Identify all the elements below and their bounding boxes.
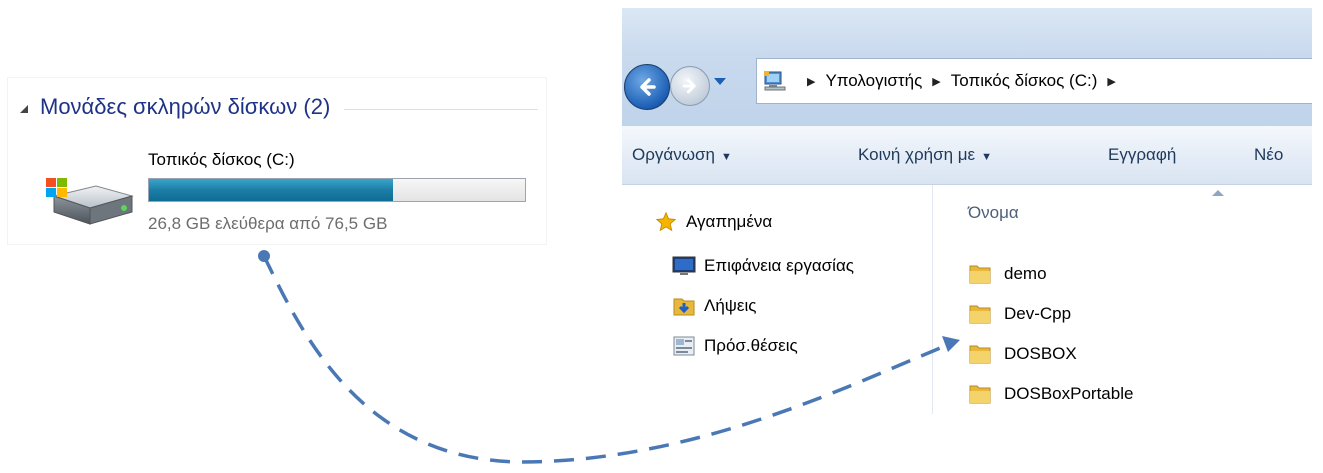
drives-group-title: Μονάδες σκληρών δίσκων (2)	[40, 94, 331, 119]
forward-button[interactable]	[670, 66, 710, 106]
drives-group-header[interactable]: Μονάδες σκληρών δίσκων (2)	[18, 92, 538, 122]
file-list-pane: Όνομα demo Dev-Cpp DOSBOX DOSBoxPortable	[934, 185, 1312, 414]
file-name: Dev-Cpp	[1004, 304, 1072, 323]
folder-icon	[969, 385, 991, 404]
pane-divider[interactable]	[932, 185, 933, 414]
nav-item-recent-places[interactable]: Πρόσ.θέσεις	[672, 335, 798, 357]
breadcrumb-local-disk[interactable]: Τοπικός δίσκος (C:)	[951, 71, 1098, 91]
nav-item-downloads[interactable]: Λήψεις	[672, 295, 756, 317]
file-item-demo[interactable]: demo	[968, 263, 1047, 285]
file-name: demo	[1004, 264, 1047, 283]
explorer-window: ▶ Υπολογιστής ▶ Τοπικός δίσκος (C:) ▶ Ορ…	[622, 8, 1312, 414]
command-bar: Οργάνωση ▼ Κοινή χρήση με ▼ Εγγραφή Νέο	[622, 126, 1312, 185]
file-item-dev-cpp[interactable]: Dev-Cpp	[968, 303, 1071, 325]
group-divider	[344, 108, 538, 110]
file-name: DOSBOX	[1004, 344, 1077, 363]
downloads-icon	[673, 298, 695, 316]
drive-usage-bar	[148, 178, 526, 202]
hard-drives-panel: Μονάδες σκληρών δίσκων (2) Τοπικός δίσκο…	[8, 78, 546, 244]
share-label: Κοινή χρήση με	[858, 145, 976, 164]
nav-item-desktop[interactable]: Επιφάνεια εργασίας	[672, 255, 854, 277]
burn-button[interactable]: Εγγραφή	[1108, 145, 1176, 165]
sort-ascending-icon	[1212, 190, 1224, 196]
nav-label-favorites: Αγαπημένα	[686, 212, 773, 231]
organize-button[interactable]: Οργάνωση ▼	[632, 145, 732, 165]
nav-item-favorites[interactable]: Αγαπημένα	[654, 211, 772, 233]
organize-label: Οργάνωση	[632, 145, 715, 164]
file-name: DOSBoxPortable	[1004, 384, 1134, 403]
breadcrumb-arrow-icon[interactable]: ▶	[807, 75, 815, 88]
drive-icon[interactable]	[44, 174, 136, 232]
new-label: Νέο	[1254, 145, 1284, 164]
back-button[interactable]	[624, 64, 670, 110]
breadcrumb-arrow-icon[interactable]: ▶	[1107, 75, 1115, 88]
folder-icon	[969, 265, 991, 284]
folder-icon	[969, 305, 991, 324]
back-arrow-icon	[640, 78, 656, 96]
burn-label: Εγγραφή	[1108, 145, 1177, 164]
nav-label-recent-places: Πρόσ.θέσεις	[704, 336, 798, 355]
new-folder-button[interactable]: Νέο	[1254, 145, 1283, 165]
collapse-arrow-icon[interactable]	[18, 103, 30, 115]
recent-pages-dropdown[interactable]	[714, 78, 726, 85]
forward-arrow-icon	[682, 78, 696, 94]
address-bar[interactable]: ▶ Υπολογιστής ▶ Τοπικός δίσκος (C:) ▶	[756, 58, 1312, 104]
chevron-down-icon: ▼	[720, 151, 732, 163]
chevron-down-icon: ▼	[981, 151, 993, 163]
folder-icon	[969, 345, 991, 364]
drive-free-space: 26,8 GB ελεύθερα από 76,5 GB	[148, 214, 388, 233]
navigation-pane: Αγαπημένα Επιφάνεια εργασίας Λήψεις Πρόσ…	[622, 185, 932, 414]
share-with-button[interactable]: Κοινή χρήση με ▼	[858, 145, 992, 165]
nav-label-desktop: Επιφάνεια εργασίας	[704, 256, 854, 275]
nav-label-downloads: Λήψεις	[704, 296, 757, 315]
recent-places-icon	[673, 336, 695, 356]
breadcrumb-computer[interactable]: Υπολογιστής	[825, 71, 922, 91]
computer-icon	[764, 71, 786, 91]
star-icon	[655, 211, 677, 232]
desktop-icon	[672, 256, 696, 275]
column-header-name[interactable]: Όνομα	[968, 203, 1019, 223]
drive-usage-fill	[149, 179, 394, 201]
file-item-dosbox[interactable]: DOSBOX	[968, 343, 1077, 365]
drive-name[interactable]: Τοπικός δίσκος (C:)	[148, 150, 295, 170]
file-item-dosboxportable[interactable]: DOSBoxPortable	[968, 383, 1133, 405]
breadcrumb-arrow-icon[interactable]: ▶	[932, 75, 940, 88]
connector-start-dot	[258, 250, 270, 262]
